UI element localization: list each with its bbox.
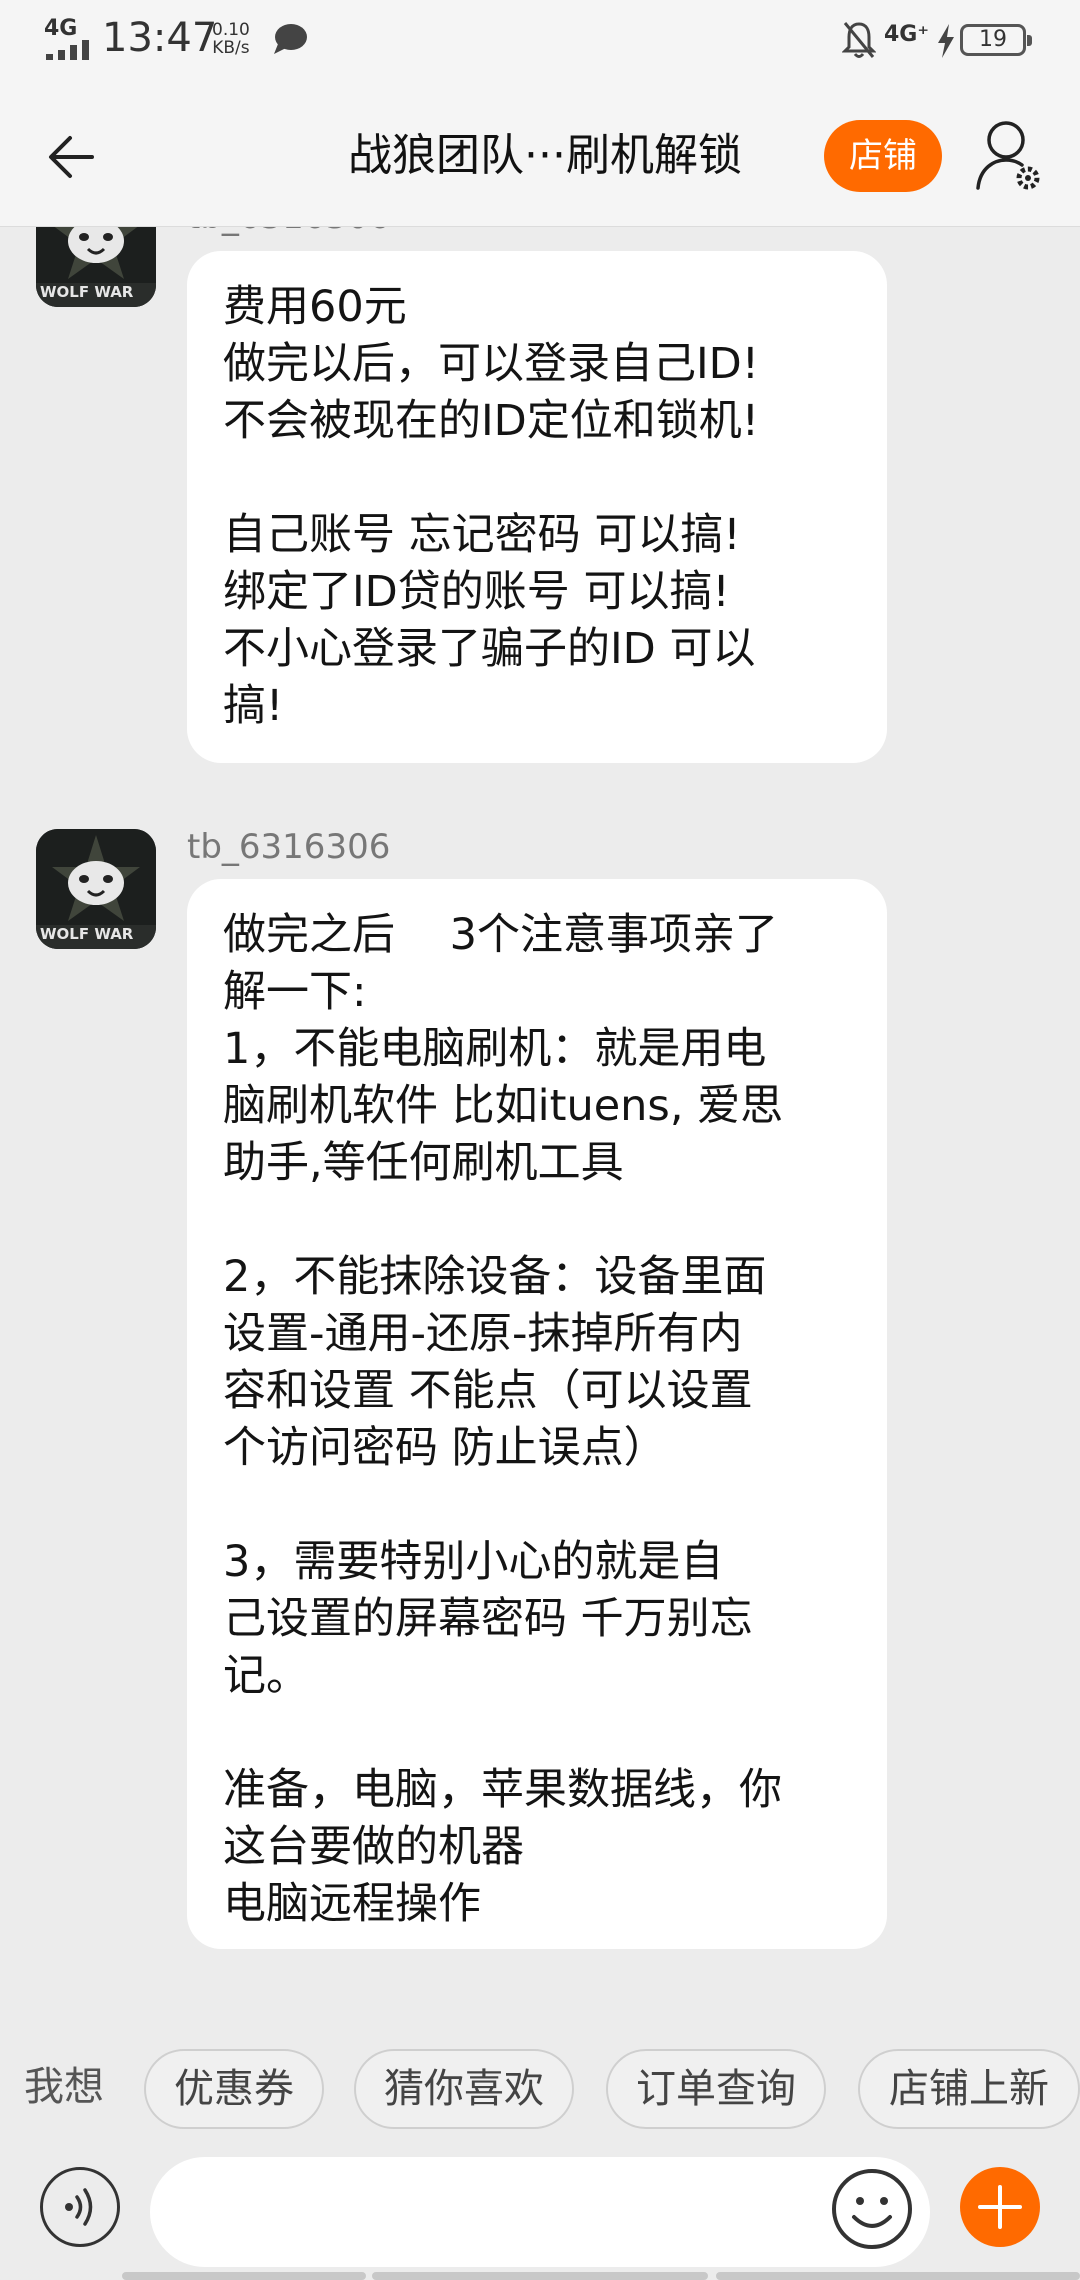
chip-recommend[interactable]: 猜你喜欢 — [354, 2049, 574, 2129]
speed-unit: KB/s — [212, 37, 250, 58]
scroll-hint — [716, 2272, 1080, 2280]
quick-reply-label: 我想 — [24, 2064, 104, 2110]
charging-icon — [938, 24, 954, 58]
sender-avatar[interactable]: WOLF WAR — [36, 829, 156, 949]
avatar-caption: WOLF WAR — [40, 283, 134, 301]
scroll-hint — [372, 2272, 708, 2280]
signal-icon — [46, 40, 89, 60]
user-settings-icon[interactable] — [974, 116, 1046, 198]
mute-bell-icon — [842, 22, 876, 58]
quick-reply-bar: 我想 优惠券 猜你喜欢 订单查询 店铺上新 — [0, 2017, 1080, 2157]
status-bar: 4G 13:47 0.10 KB/s 4G⁺ 19 — [0, 0, 1080, 86]
chat-messages[interactable]: WOLF WAR tb_6316306 费用60元 做完以后，可以登录自己ID!… — [0, 227, 1080, 2017]
message-bubble[interactable]: 做完之后 3个注意事项亲了 解一下: 1，不能电脑刷机：就是用电 脑刷机软件 比… — [187, 879, 887, 1949]
voice-wave-icon — [65, 2188, 93, 2226]
chat-header: 战狼团队···刷机解锁 店铺 — [0, 86, 1080, 227]
chip-order-query[interactable]: 订单查询 — [606, 2049, 826, 2129]
clock: 13:47 — [102, 15, 218, 61]
chat-title: 战狼团队···刷机解锁 — [348, 130, 742, 181]
avatar-caption: WOLF WAR — [40, 925, 134, 943]
scroll-hint — [122, 2272, 366, 2280]
network-type: 4G — [44, 16, 78, 41]
chip-new-arrivals[interactable]: 店铺上新 — [858, 2049, 1080, 2129]
message-bubble[interactable]: 费用60元 做完以后，可以登录自己ID! 不会被现在的ID定位和锁机! 自己账号… — [187, 251, 887, 763]
emoji-icon[interactable] — [830, 2167, 914, 2251]
more-actions-button[interactable] — [960, 2167, 1040, 2247]
plus-icon — [978, 2185, 1022, 2229]
message-input[interactable] — [150, 2157, 930, 2267]
sender-name: tb_6316306 — [187, 827, 391, 867]
network-speed: 0.10 KB/s — [212, 21, 250, 58]
sender-name: tb_6316306 — [187, 227, 390, 237]
network-type-right: 4G⁺ — [884, 22, 929, 47]
voice-input-button[interactable] — [40, 2167, 120, 2247]
sender-avatar[interactable]: WOLF WAR — [36, 227, 156, 307]
message-notification-icon — [274, 24, 307, 54]
shop-button[interactable]: 店铺 — [824, 120, 942, 192]
chip-coupon[interactable]: 优惠券 — [144, 2049, 324, 2129]
input-bar — [0, 2157, 1080, 2280]
battery-indicator: 19 — [960, 24, 1032, 56]
back-arrow-icon[interactable] — [40, 122, 110, 192]
